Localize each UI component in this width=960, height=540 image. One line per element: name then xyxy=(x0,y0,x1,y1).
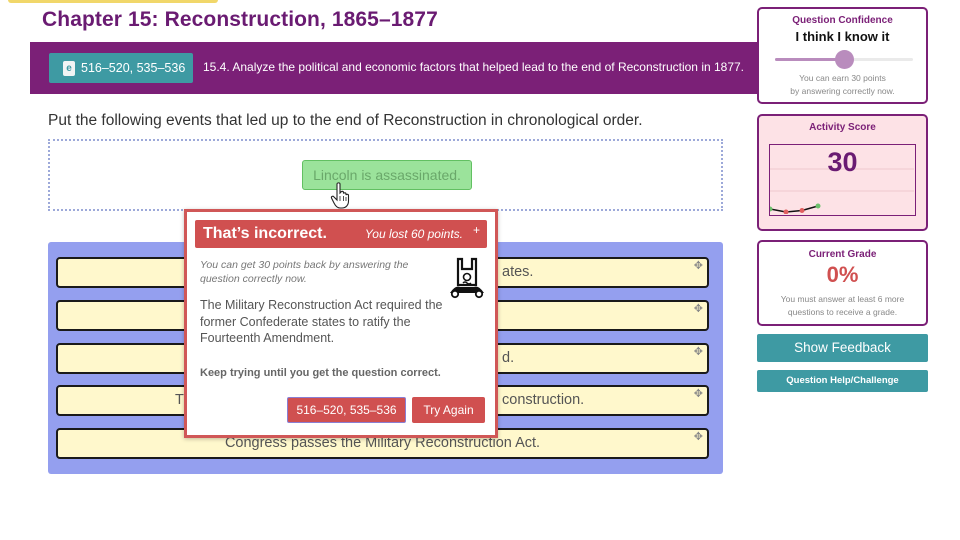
dragging-item[interactable]: Lincoln is assassinated. xyxy=(302,160,472,190)
confidence-label: Question Confidence xyxy=(792,15,893,26)
score-point-incorrect xyxy=(783,209,789,214)
ebook-pages-label: 516–520, 535–536 xyxy=(81,61,186,75)
score-point-incorrect xyxy=(799,208,805,213)
mascot-icon xyxy=(450,257,484,299)
ebook-pages-button[interactable]: e 516–520, 535–536 xyxy=(49,53,193,83)
book-icon: e xyxy=(63,60,75,76)
drag-handle-icon[interactable]: ✥ xyxy=(694,431,703,443)
points-lost: You lost 60 points. xyxy=(364,227,463,241)
question-help-button[interactable]: Question Help/Challenge xyxy=(757,370,928,392)
hand-cursor-icon xyxy=(330,182,350,209)
close-icon[interactable]: + xyxy=(473,223,480,237)
slider-fill xyxy=(775,58,844,61)
score-line xyxy=(770,205,819,213)
confidence-slider[interactable] xyxy=(775,50,913,69)
modal-title: That’s incorrect. xyxy=(203,225,327,242)
modal-subtitle: You can get 30 points back by answering … xyxy=(200,259,409,285)
drag-handle-icon[interactable]: ✥ xyxy=(694,346,703,358)
chapter-title: Chapter 15: Reconstruction, 1865–1877 xyxy=(42,8,438,31)
question-confidence-card: Question Confidence I think I know it Yo… xyxy=(757,7,928,104)
modal-keep-trying: Keep trying until you get the question c… xyxy=(200,367,441,379)
modal-header: That’s incorrect. You lost 60 points. + xyxy=(195,220,487,248)
activity-score-value: 30 xyxy=(827,147,858,177)
confidence-note: You can earn 30 points by answering corr… xyxy=(790,73,895,96)
current-grade-card: Current Grade 0% You must answer at leas… xyxy=(757,240,928,326)
score-point-correct xyxy=(815,203,821,209)
objective-bar: e 516–520, 535–536 15.4. Analyze the pol… xyxy=(30,42,770,94)
confidence-value: I think I know it xyxy=(795,29,890,44)
drag-handle-icon[interactable]: ✥ xyxy=(694,260,703,272)
try-again-button[interactable]: Try Again xyxy=(412,397,485,423)
show-feedback-button[interactable]: Show Feedback xyxy=(757,334,928,362)
slider-thumb[interactable] xyxy=(835,50,854,69)
drag-handle-icon[interactable]: ✥ xyxy=(694,303,703,315)
learning-objective: 15.4. Analyze the political and economic… xyxy=(203,60,745,74)
feedback-modal: That’s incorrect. You lost 60 points. + … xyxy=(184,209,498,438)
activity-score-card: Activity Score 30 xyxy=(757,114,928,231)
score-chart: 30 xyxy=(769,144,916,216)
modal-explanation: The Military Reconstruction Act required… xyxy=(200,298,443,345)
ebook-pages-modal-button[interactable]: 516–520, 535–536 xyxy=(287,397,406,423)
current-grade-value: 0% xyxy=(826,262,859,287)
drag-handle-icon[interactable]: ✥ xyxy=(694,388,703,400)
grade-note: You must answer at least 6 more question… xyxy=(780,294,905,317)
current-grade-label: Current Grade xyxy=(808,249,877,260)
activity-score-label: Activity Score xyxy=(809,122,876,133)
score-point-correct xyxy=(770,206,773,212)
question-prompt: Put the following events that led up to … xyxy=(48,112,643,129)
top-progress-strip xyxy=(8,0,218,3)
